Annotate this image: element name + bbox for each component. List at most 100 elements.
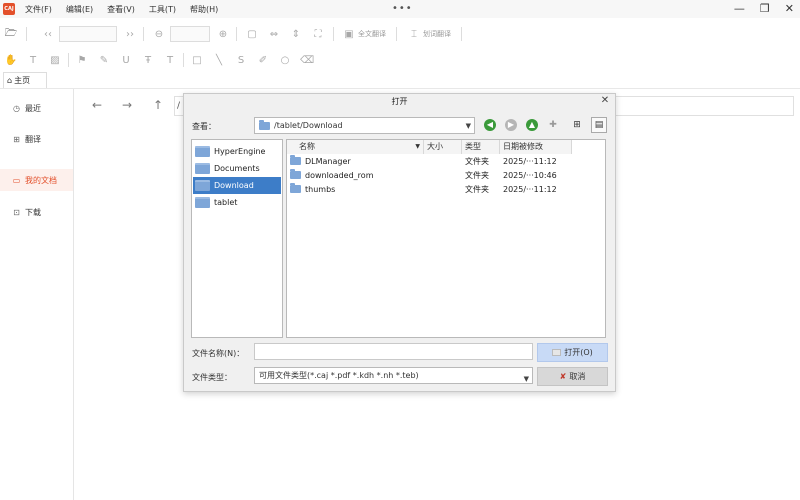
place-label: HyperEngine: [214, 147, 266, 156]
folder-icon: [195, 146, 210, 157]
text-select-icon[interactable]: T: [26, 53, 40, 67]
actual-size-icon[interactable]: ▢: [245, 27, 259, 41]
file-type: 文件夹: [465, 184, 489, 194]
path-text: /: [177, 101, 181, 111]
ellipse-icon[interactable]: ○: [278, 53, 292, 67]
folder-icon: [195, 163, 210, 174]
back-arrow-icon[interactable]: ←: [92, 98, 102, 112]
menu-view[interactable]: 查看(V): [107, 4, 135, 15]
toolbar-divider: [26, 27, 27, 41]
word-translate-icon[interactable]: ⌶: [407, 27, 421, 41]
zoom-input[interactable]: [170, 26, 210, 42]
zoom-out-icon[interactable]: ⊖: [152, 27, 166, 41]
close-icon[interactable]: ✕: [785, 2, 794, 15]
main-toolbar: 🗁 ‹‹ ›› ⊖ ⊕ ▢ ⇔ ⇕ ⛶ ▣ 全文翻译 ⌶ 划词翻译: [0, 20, 800, 48]
cancel-button-label: 取消: [569, 372, 586, 381]
clock-icon: ◷: [13, 103, 20, 113]
open-button[interactable]: 打开(O): [537, 343, 608, 362]
pen-icon[interactable]: ✐: [256, 53, 270, 67]
column-header-label: 类型: [465, 142, 481, 151]
menu-file[interactable]: 文件(F): [25, 4, 52, 15]
tab-home-label: 主页: [14, 76, 31, 85]
list-view-icon[interactable]: ⊞: [569, 117, 585, 133]
fit-width-icon[interactable]: ⇔: [267, 27, 281, 41]
cancel-button[interactable]: ✘ 取消: [537, 367, 608, 386]
note-icon[interactable]: ⚑: [75, 53, 89, 67]
full-translate-icon[interactable]: ▣: [342, 27, 356, 41]
underline-icon[interactable]: U: [119, 53, 133, 67]
strikethrough-icon[interactable]: Ŧ: [141, 53, 155, 67]
file-date: 2025/···10:46: [503, 170, 557, 180]
line-icon[interactable]: ╲: [212, 53, 226, 67]
sidebar-item-label: 下载: [25, 207, 41, 217]
file-row[interactable]: thumbs 文件夹 2025/···11:12: [287, 182, 587, 196]
toolbar-divider: [183, 53, 184, 67]
forward-icon[interactable]: ▶: [505, 119, 517, 131]
file-name: DLManager: [305, 156, 351, 166]
file-type-value: 可用文件类型(*.caj *.pdf *.kdh *.nh *.teb): [259, 371, 419, 380]
forward-arrow-icon[interactable]: →: [122, 98, 132, 112]
fullscreen-icon[interactable]: ⛶: [311, 27, 325, 41]
menu-help[interactable]: 帮助(H): [190, 4, 218, 15]
new-folder-icon[interactable]: ✚: [547, 119, 559, 131]
folder-icon: [290, 169, 301, 179]
more-dots-icon[interactable]: •••: [392, 3, 413, 14]
look-in-combo[interactable]: /tablet/Download ▼: [254, 117, 475, 134]
minimize-icon[interactable]: —: [734, 2, 745, 15]
highlight-icon[interactable]: ✎: [97, 53, 111, 67]
look-in-value: /tablet/Download: [274, 121, 343, 130]
places-panel: HyperEngine Documents Download tablet: [191, 139, 283, 338]
place-label: tablet: [214, 198, 238, 207]
file-name-input[interactable]: [254, 343, 533, 360]
menu-edit[interactable]: 编辑(E): [66, 4, 93, 15]
sidebar-item-recent[interactable]: ◷ 最近: [0, 97, 73, 119]
translate-icon: ⊞: [13, 134, 20, 144]
image-select-icon[interactable]: ▨: [48, 53, 62, 67]
curve-icon[interactable]: S: [234, 53, 248, 67]
hand-icon[interactable]: ✋: [4, 53, 18, 67]
first-page-icon[interactable]: ‹‹: [41, 27, 55, 41]
place-item-documents[interactable]: Documents: [193, 160, 281, 177]
open-folder-icon[interactable]: 🗁: [4, 27, 18, 41]
file-list-header: 名称 ▼ 大小 类型 日期被修改: [287, 140, 605, 154]
sidebar-item-downloads[interactable]: ⊡ 下载: [0, 201, 73, 223]
sidebar-item-label: 我的文档: [25, 175, 57, 185]
full-translate-label[interactable]: 全文翻译: [358, 29, 386, 39]
text-box-icon[interactable]: T: [163, 53, 177, 67]
up-arrow-icon[interactable]: ↑: [153, 98, 163, 112]
chevron-down-icon: ▼: [465, 122, 471, 130]
fit-height-icon[interactable]: ⇕: [289, 27, 303, 41]
back-icon[interactable]: ◀: [484, 119, 496, 131]
toolbar-divider: [396, 27, 397, 41]
sidebar-item-my-documents[interactable]: ▭ 我的文档: [0, 169, 73, 191]
file-name: downloaded_rom: [305, 170, 374, 180]
column-header-name[interactable]: 名称 ▼: [287, 140, 424, 154]
last-page-icon[interactable]: ››: [123, 27, 137, 41]
menu-tools[interactable]: 工具(T): [149, 4, 176, 15]
tab-home[interactable]: ⌂ 主页: [3, 72, 47, 88]
column-header-date[interactable]: 日期被修改: [500, 140, 572, 154]
zoom-in-icon[interactable]: ⊕: [216, 27, 230, 41]
place-item-download[interactable]: Download: [193, 177, 281, 194]
close-icon[interactable]: ✕: [599, 95, 611, 107]
place-item-hyperengine[interactable]: HyperEngine: [193, 143, 281, 160]
place-item-tablet[interactable]: tablet: [193, 194, 281, 211]
toolbar-divider: [461, 27, 462, 41]
word-translate-label[interactable]: 划词翻译: [423, 29, 451, 39]
file-row[interactable]: downloaded_rom 文件夹 2025/···10:46: [287, 168, 587, 182]
look-in-label: 查看：: [192, 122, 216, 131]
column-header-label: 日期被修改: [503, 142, 543, 151]
folder-icon: [259, 119, 270, 130]
file-row[interactable]: DLManager 文件夹 2025/···11:12: [287, 154, 587, 168]
file-type-combo[interactable]: 可用文件类型(*.caj *.pdf *.kdh *.nh *.teb) ▼: [254, 367, 533, 384]
maximize-icon[interactable]: ❐: [760, 2, 770, 15]
sidebar-item-translate[interactable]: ⊞ 翻译: [0, 128, 73, 150]
detail-view-icon[interactable]: ▤: [591, 117, 607, 133]
parent-folder-icon[interactable]: ▲: [526, 119, 538, 131]
rectangle-icon[interactable]: □: [190, 53, 204, 67]
column-header-type[interactable]: 类型: [462, 140, 500, 154]
eraser-icon[interactable]: ⌫: [300, 53, 314, 67]
toolbar-divider: [333, 27, 334, 41]
page-number-input[interactable]: [59, 26, 117, 42]
column-header-size[interactable]: 大小: [424, 140, 462, 154]
